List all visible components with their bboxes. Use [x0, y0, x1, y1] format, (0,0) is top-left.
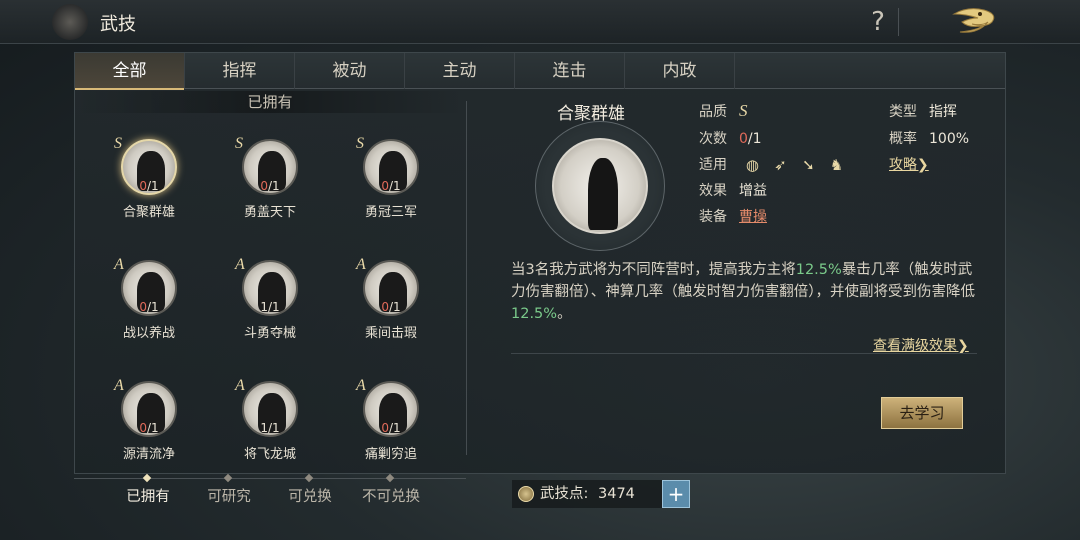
skill-card[interactable]: A 0/1 乘间击瑕 [346, 256, 436, 360]
divider [511, 353, 977, 354]
skills-panel: 全部 指挥 被动 主动 连击 内政 已拥有 S 0/1 合聚群雄 S 0/1 勇… [74, 52, 1006, 474]
subtab-owned[interactable]: 已拥有 [107, 473, 189, 506]
skill-points-label: 武技点: [540, 486, 589, 502]
horse-icon: ♞ [829, 156, 844, 174]
equipped-general-link[interactable]: 曹操 [739, 209, 767, 225]
skill-points: 武技点: 3474 [512, 480, 662, 508]
grade-badge: S [114, 135, 122, 152]
grade-badge: S [356, 135, 364, 152]
subtab-not-exchangeable[interactable]: 不可兑换 [350, 473, 432, 506]
dragon-back-icon[interactable] [948, 4, 1004, 40]
skill-card[interactable]: A 0/1 痛剿穷追 [346, 377, 436, 481]
apply-row: 适用 ◍ ➶ ➘ ♞ [699, 154, 845, 174]
skill-count: 1/1 [260, 300, 280, 314]
learn-button[interactable]: 去学习 [881, 397, 963, 429]
tab-combo[interactable]: 连击 [515, 53, 625, 89]
skill-count: 0/1 [260, 179, 280, 193]
detail-skill-name: 合聚群雄 [557, 104, 625, 124]
equip-row: 装备 曹操 [699, 209, 767, 225]
quality-row: 品质 S [699, 101, 748, 120]
subtab-researchable[interactable]: 可研究 [188, 473, 270, 506]
count-row: 次数 0/1 [699, 131, 762, 147]
skill-name: 合聚群雄 [122, 205, 175, 220]
divider [898, 8, 899, 36]
grade-badge: A [114, 377, 124, 394]
skill-name: 战以养战 [122, 326, 175, 341]
skill-name: 勇盖天下 [243, 205, 296, 220]
tab-internal-affairs[interactable]: 内政 [625, 53, 735, 89]
coin-icon [518, 486, 534, 502]
skill-name: 斗勇夺械 [243, 326, 296, 341]
skill-emblem-icon [52, 4, 88, 40]
grade-badge: S [235, 135, 243, 152]
detail-skill-portrait [535, 121, 665, 251]
skill-description: 当3名我方武将为不同阵营时，提高我方主将12.5%暴击几率（触发时武力伤害翻倍）… [511, 262, 975, 322]
page-title: 武技 [100, 14, 136, 35]
skill-count: 0/1 [381, 300, 401, 314]
grade-badge: A [356, 256, 366, 273]
type-row: 类型 指挥 [889, 104, 957, 120]
skill-name: 将飞龙城 [243, 447, 296, 462]
skill-count: 0/1 [139, 300, 159, 314]
effect-row: 效果 增益 [699, 183, 767, 199]
owned-section-header: 已拥有 [75, 91, 465, 113]
help-icon[interactable]: ? [866, 6, 890, 38]
skill-count: 1/1 [260, 421, 280, 435]
skill-name: 痛剿穷追 [364, 447, 417, 462]
skill-card[interactable]: A 0/1 源清流净 [104, 377, 194, 481]
grade-badge: A [114, 256, 124, 273]
skill-count: 0/1 [381, 421, 401, 435]
category-tabs: 全部 指挥 被动 主动 连击 内政 [75, 53, 1005, 90]
grade-badge: A [356, 377, 366, 394]
skill-card[interactable]: S 0/1 合聚群雄 [104, 135, 194, 239]
skill-card[interactable]: A 0/1 战以养战 [104, 256, 194, 360]
skill-card[interactable]: A 1/1 将飞龙城 [225, 377, 315, 481]
skill-count: 0/1 [381, 179, 401, 193]
rate-row: 概率 100% [889, 131, 970, 147]
skill-card[interactable]: S 0/1 勇冠三军 [346, 135, 436, 239]
tab-all[interactable]: 全部 [75, 53, 185, 90]
tab-active[interactable]: 主动 [405, 53, 515, 89]
view-max-effect-link[interactable]: 查看满级效果❯ [873, 335, 969, 355]
subtab-exchangeable[interactable]: 可兑换 [269, 473, 351, 506]
skill-name: 勇冠三军 [364, 205, 417, 220]
guide-row: 攻略❯ [889, 154, 929, 174]
grade-badge: A [235, 377, 245, 394]
tab-command[interactable]: 指挥 [185, 53, 295, 89]
grade-badge: A [235, 256, 245, 273]
top-bar: 武技 ? [0, 0, 1080, 44]
skill-count: 0/1 [139, 179, 159, 193]
skill-count: 0/1 [139, 421, 159, 435]
skill-card[interactable]: S 0/1 勇盖天下 [225, 135, 315, 239]
add-points-button[interactable]: + [662, 480, 690, 508]
shield-icon: ◍ [745, 156, 759, 174]
guide-link[interactable]: 攻略❯ [889, 157, 929, 173]
panel-divider [466, 101, 467, 455]
skill-card[interactable]: A 1/1 斗勇夺械 [225, 256, 315, 360]
bow-icon: ➶ [774, 156, 787, 174]
skill-name: 源清流净 [122, 447, 175, 462]
tab-passive[interactable]: 被动 [295, 53, 405, 89]
skill-points-value: 3474 [598, 486, 635, 502]
skill-name: 乘间击瑕 [364, 326, 417, 341]
filter-subtabs: 已拥有 可研究 可兑换 不可兑换 [74, 473, 466, 508]
spear-icon: ➘ [802, 156, 815, 174]
